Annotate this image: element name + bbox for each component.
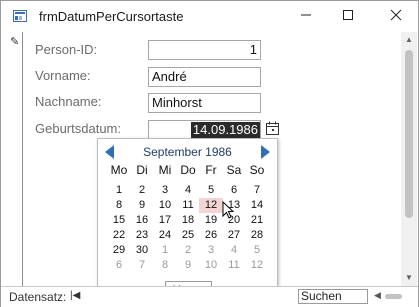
calendar-day[interactable]: 4 xyxy=(176,183,200,198)
calendar-day[interactable]: 6 xyxy=(107,258,131,273)
close-button[interactable] xyxy=(374,1,418,32)
calendar-day[interactable]: 1 xyxy=(153,243,177,258)
scroll-thumb[interactable] xyxy=(405,50,413,218)
person-id-label: Person-ID: xyxy=(35,42,98,57)
calendar-day[interactable]: 10 xyxy=(153,198,177,213)
calendar-day[interactable]: 29 xyxy=(107,243,131,258)
vorname-field[interactable]: André xyxy=(148,67,261,87)
horizontal-scroll-thumb[interactable] xyxy=(385,294,402,299)
scroll-up-icon[interactable]: ▲ xyxy=(401,32,417,48)
minimize-icon xyxy=(301,14,311,16)
calendar-day[interactable]: 8 xyxy=(107,198,131,213)
calendar-day[interactable]: 14 xyxy=(245,198,269,213)
vertical-scrollbar[interactable]: ▲ ▼ xyxy=(401,32,417,286)
calendar-day[interactable]: 18 xyxy=(176,213,200,228)
status-bar: Datensatz: |◀ Suchen ◀ xyxy=(1,286,418,307)
close-icon xyxy=(390,9,402,21)
scroll-left-icon[interactable]: ◀ xyxy=(374,290,381,301)
calendar-day[interactable]: 5 xyxy=(199,183,223,198)
weekday-header: Di xyxy=(136,163,148,177)
calendar-day[interactable]: 21 xyxy=(245,213,269,228)
date-picker-popup: September 1986 Mo Di Mi Do Fr Sa So 1 2 3 4 5 6 7 8 9 10… xyxy=(97,138,278,302)
window-title: frmDatumPerCursortaste xyxy=(39,9,184,24)
calendar-day[interactable]: 19 xyxy=(199,213,223,228)
calendar-day[interactable]: 11 xyxy=(176,198,200,213)
calendar-day[interactable]: 22 xyxy=(107,228,131,243)
pencil-icon: ✎ xyxy=(10,36,20,48)
calendar-day[interactable]: 4 xyxy=(222,243,246,258)
nachname-field[interactable]: Minhorst xyxy=(148,93,261,113)
calendar-day[interactable]: 16 xyxy=(130,213,154,228)
calendar-day[interactable]: 7 xyxy=(130,258,154,273)
nachname-label: Nachname: xyxy=(35,94,102,109)
calendar-day[interactable]: 3 xyxy=(199,243,223,258)
weekday-header: Sa xyxy=(226,163,242,177)
weekday-header: Mo xyxy=(110,163,128,177)
mouse-cursor-icon xyxy=(222,201,235,219)
next-month-icon[interactable] xyxy=(261,145,270,159)
vorname-label: Vorname: xyxy=(35,68,91,83)
calendar-day[interactable]: 23 xyxy=(130,228,154,243)
weekday-header: So xyxy=(249,163,265,177)
weekday-header: Mi xyxy=(158,163,172,177)
calendar-header: September 1986 xyxy=(98,143,277,161)
calendar-day[interactable]: 12 xyxy=(199,198,223,213)
calendar-day[interactable]: 25 xyxy=(176,228,200,243)
maximize-button[interactable] xyxy=(326,1,370,32)
record-selector[interactable]: ✎ xyxy=(1,32,23,286)
calendar-day[interactable]: 2 xyxy=(176,243,200,258)
calendar-day[interactable]: 2 xyxy=(130,183,154,198)
weekday-header: Fr xyxy=(205,163,217,177)
form-window: frmDatumPerCursortaste ✎ ▲ ▼ Person-ID: … xyxy=(0,0,419,307)
calendar-day[interactable]: 3 xyxy=(153,183,177,198)
calendar-day[interactable]: 28 xyxy=(245,228,269,243)
calendar-day[interactable]: 1 xyxy=(107,183,131,198)
calendar-day[interactable]: 15 xyxy=(107,213,131,228)
calendar-day[interactable]: 7 xyxy=(245,183,269,198)
calendar-day[interactable]: 5 xyxy=(245,243,269,258)
calendar-day[interactable]: 12 xyxy=(245,258,269,273)
maximize-icon xyxy=(343,10,353,20)
calendar-day[interactable]: 17 xyxy=(153,213,177,228)
search-input[interactable]: Suchen xyxy=(298,289,368,304)
weekday-header: Do xyxy=(180,163,196,177)
calendar-day[interactable]: 8 xyxy=(153,258,177,273)
person-id-field[interactable]: 1 xyxy=(148,40,261,60)
calendar-icon[interactable] xyxy=(265,121,280,136)
first-record-icon[interactable]: |◀ xyxy=(70,290,80,301)
geburtsdatum-label: Geburtsdatum: xyxy=(35,121,121,136)
calendar-day[interactable]: 26 xyxy=(199,228,223,243)
calendar-day[interactable]: 30 xyxy=(130,243,154,258)
calendar-month-label: September 1986 xyxy=(143,145,232,159)
calendar-day[interactable]: 9 xyxy=(130,198,154,213)
form-icon xyxy=(13,10,27,22)
geburtsdatum-value: 14.09.1986 xyxy=(190,122,260,138)
calendar-day[interactable]: 27 xyxy=(222,228,246,243)
record-nav-label: Datensatz: xyxy=(9,290,67,304)
minimize-button[interactable] xyxy=(284,1,328,32)
calendar-day[interactable]: 9 xyxy=(176,258,200,273)
calendar-day[interactable]: 10 xyxy=(199,258,223,273)
calendar-day[interactable]: 24 xyxy=(153,228,177,243)
scroll-down-icon[interactable]: ▼ xyxy=(401,270,417,286)
geburtsdatum-field[interactable]: 14.09.1986 xyxy=(148,120,261,140)
calendar-day[interactable]: 6 xyxy=(222,183,246,198)
title-bar: frmDatumPerCursortaste xyxy=(1,1,418,32)
calendar-day[interactable]: 11 xyxy=(222,258,246,273)
